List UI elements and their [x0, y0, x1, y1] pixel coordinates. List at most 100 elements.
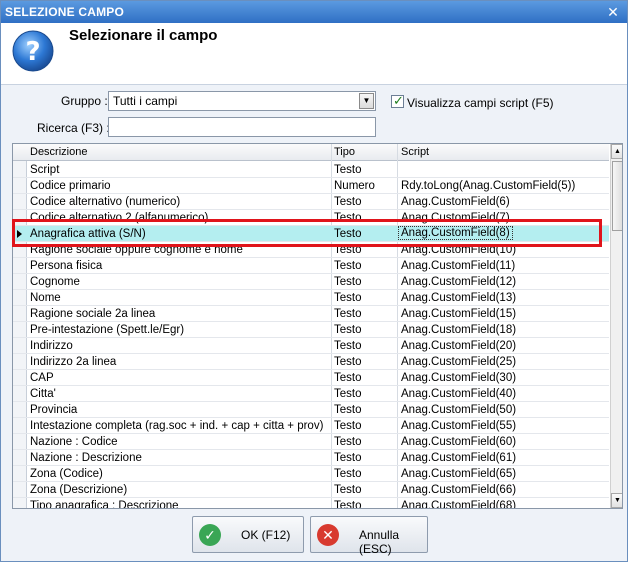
cell-script: Anag.CustomField(13)	[401, 292, 517, 304]
ok-button-label: OK (F12)	[241, 528, 291, 542]
table-row[interactable]: Zona (Descrizione) Testo Anag.CustomField(…	[13, 482, 609, 498]
cell-tipo: Testo	[334, 404, 362, 416]
cell-tipo: Testo	[334, 164, 362, 176]
table-row[interactable]: Codice alternativo (numerico) Testo Anag.C…	[13, 194, 609, 210]
gruppo-dropdown[interactable]: Tutti i campi ▼	[108, 91, 376, 111]
question-icon: ?	[12, 30, 54, 72]
cell-script: Anag.CustomField(60)	[401, 436, 517, 448]
table-row[interactable]: Nome Testo Anag.CustomField(13)	[13, 290, 609, 306]
vertical-scrollbar[interactable]: ▲ ▼	[610, 144, 622, 508]
cell-tipo: Testo	[334, 452, 362, 464]
table-row[interactable]: Nazione : Codice Testo Anag.CustomField(60…	[13, 434, 609, 450]
table-row[interactable]: Codice primario Numero Rdy.toLong(Anag.Cus…	[13, 178, 609, 194]
cell-tipo: Testo	[334, 292, 362, 304]
cell-tipo: Testo	[334, 420, 362, 432]
cell-script: Anag.CustomField(55)	[401, 420, 517, 432]
table-row[interactable]: Nazione : Descrizione Testo Anag.CustomFie…	[13, 450, 609, 466]
table-row[interactable]: Citta' Testo Anag.CustomField(40)	[13, 386, 609, 402]
table-row[interactable]: Indirizzo Testo Anag.CustomField(20)	[13, 338, 609, 354]
cell-descrizione: Indirizzo 2a linea	[30, 356, 117, 368]
grid-header: Descrizione Tipo Script	[13, 144, 609, 161]
cell-descrizione: Nazione : Descrizione	[30, 452, 142, 464]
cell-script: Anag.CustomField(30)	[401, 372, 517, 384]
cell-descrizione: Persona fisica	[30, 260, 103, 272]
cell-descrizione: Codice primario	[30, 180, 111, 192]
table-row[interactable]: Intestazione completa (rag.soc + ind. + …	[13, 418, 609, 434]
cell-tipo: Testo	[334, 372, 362, 384]
cell-script: Anag.CustomField(20)	[401, 340, 517, 352]
cell-script: Anag.CustomField(6)	[401, 196, 510, 208]
cell-script: Rdy.toLong(Anag.CustomField(5))	[401, 180, 576, 192]
ricerca-label: Ricerca (F3) :	[37, 121, 110, 135]
cell-descrizione: Provincia	[30, 404, 78, 416]
cell-descrizione: Zona (Codice)	[30, 468, 103, 480]
cell-descrizione: CAP	[30, 372, 54, 384]
cell-descrizione: Script	[30, 164, 60, 176]
dialog-window: SELEZIONE CAMPO ✕ ? Selezionare il campo…	[0, 0, 628, 562]
column-header-script[interactable]: Script	[401, 146, 429, 158]
table-row[interactable]: Script Testo	[13, 162, 609, 178]
table-row[interactable]: Persona fisica Testo Anag.CustomField(11)	[13, 258, 609, 274]
show-scripts-checkbox[interactable]: ✓	[391, 93, 404, 108]
table-row[interactable]: Zona (Codice) Testo Anag.CustomField(65)	[13, 466, 609, 482]
cell-script: Anag.CustomField(11)	[401, 260, 516, 272]
window-title: SELEZIONE CAMPO	[5, 5, 125, 19]
cell-script: Anag.CustomField(25)	[401, 356, 517, 368]
cell-tipo: Testo	[334, 468, 362, 480]
chevron-down-icon[interactable]: ▼	[359, 93, 374, 109]
cell-script: Anag.CustomField(66)	[401, 484, 517, 496]
cancel-icon: ✕	[317, 524, 339, 546]
close-icon[interactable]: ✕	[605, 4, 621, 20]
gruppo-value: Tutti i campi	[113, 94, 178, 108]
table-row[interactable]: Ragione sociale 2a linea Testo Anag.Custom…	[13, 306, 609, 322]
cell-script: Anag.CustomField(40)	[401, 388, 517, 400]
cancel-button[interactable]: ✕ Annulla (ESC)	[310, 516, 428, 556]
fields-grid[interactable]: Descrizione Tipo Script Script Testo Codic…	[12, 143, 623, 509]
cell-script: Anag.CustomField(61)	[401, 452, 517, 464]
cell-descrizione: Cognome	[30, 276, 80, 288]
cell-descrizione: Ragione sociale 2a linea	[30, 308, 156, 320]
cell-tipo: Testo	[334, 356, 362, 368]
gruppo-label: Gruppo :	[61, 94, 108, 108]
table-row[interactable]: CAP Testo Anag.CustomField(30)	[13, 370, 609, 386]
cell-descrizione: Citta'	[30, 388, 56, 400]
cell-script: Anag.CustomField(50)	[401, 404, 517, 416]
ok-button[interactable]: ✓ OK (F12)	[192, 516, 304, 553]
cell-tipo: Testo	[334, 196, 362, 208]
cell-script: Anag.CustomField(15)	[401, 308, 517, 320]
cell-script: Anag.CustomField(68)	[401, 500, 517, 509]
cell-tipo: Testo	[334, 484, 362, 496]
column-header-tipo[interactable]: Tipo	[334, 146, 355, 158]
cell-tipo: Testo	[334, 324, 362, 336]
table-row[interactable]: Indirizzo 2a linea Testo Anag.CustomField(…	[13, 354, 609, 370]
selection-highlight-box	[12, 219, 602, 247]
check-icon: ✓	[199, 524, 221, 546]
title-bar[interactable]: SELEZIONE CAMPO ✕	[1, 1, 627, 23]
cell-tipo: Testo	[334, 436, 362, 448]
dialog-heading: Selezionare il campo	[69, 27, 218, 44]
cell-tipo: Testo	[334, 308, 362, 320]
scroll-up-icon[interactable]: ▲	[611, 144, 622, 159]
cell-tipo: Testo	[334, 500, 362, 509]
cell-descrizione: Pre-intestazione (Spett.le/Egr)	[30, 324, 185, 336]
scroll-down-icon[interactable]: ▼	[611, 493, 622, 508]
scroll-thumb[interactable]	[612, 161, 622, 231]
cell-tipo: Testo	[334, 276, 362, 288]
cell-tipo: Testo	[334, 340, 362, 352]
cancel-button-label: Annulla (ESC)	[359, 528, 400, 556]
search-input[interactable]	[108, 117, 376, 137]
table-row[interactable]: Pre-intestazione (Spett.le/Egr) Testo Anag…	[13, 322, 609, 338]
cell-descrizione: Nazione : Codice	[30, 436, 118, 448]
cell-descrizione: Intestazione completa (rag.soc + ind. + …	[30, 420, 324, 432]
cell-tipo: Numero	[334, 180, 375, 192]
table-row[interactable]: Cognome Testo Anag.CustomField(12)	[13, 274, 609, 290]
column-header-descrizione[interactable]: Descrizione	[30, 146, 87, 158]
cell-tipo: Testo	[334, 388, 362, 400]
checkmark-icon: ✓	[393, 93, 404, 108]
svg-text:?: ?	[25, 37, 40, 67]
dialog-header: ? Selezionare il campo	[1, 23, 627, 85]
table-row[interactable]: Provincia Testo Anag.CustomField(50)	[13, 402, 609, 418]
table-row[interactable]: Tipo anagrafica : Descrizione Testo Anag.C…	[13, 498, 609, 509]
show-scripts-label[interactable]: Visualizza campi script (F5)	[407, 96, 553, 110]
cell-descrizione: Tipo anagrafica : Descrizione	[30, 500, 179, 509]
